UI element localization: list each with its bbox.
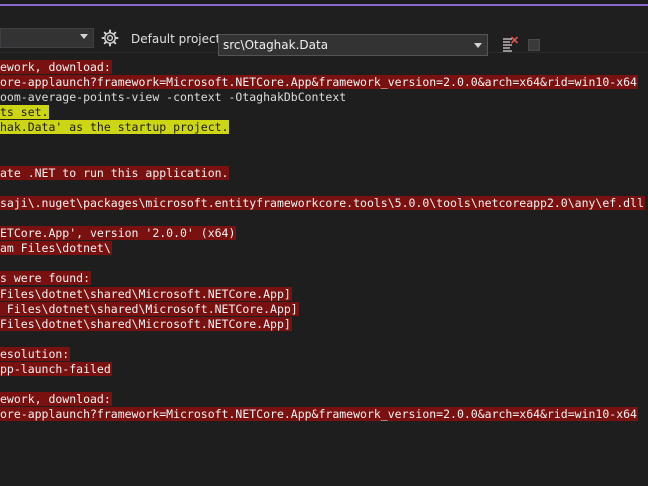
chevron-down-icon — [80, 34, 88, 39]
console-line — [0, 256, 1, 271]
console-line-text — [0, 377, 1, 391]
console-line — [0, 136, 1, 151]
console-line — [0, 151, 1, 166]
console-line — [0, 377, 1, 392]
console-line-text — [0, 181, 1, 195]
console-line: ate .NET to run this application. — [0, 165, 230, 181]
console-line: oom-average-points-view -context -Otagha… — [0, 90, 347, 105]
console-line-text: pp-launch-failed — [0, 362, 112, 376]
console-line: ETCore.App', version '2.0.0' (x64) — [0, 226, 237, 241]
console-line-text: ts set. — [0, 105, 50, 120]
console-line: pp-launch-failed — [0, 362, 112, 377]
console-line-text: oom-average-points-view -context -Otagha… — [0, 90, 347, 105]
console-line: s were found: — [0, 271, 92, 286]
package-source-dropdown[interactable] — [0, 28, 94, 48]
console-line: hak.Data' as the startup project. — [0, 120, 230, 135]
console-line-text: Files\dotnet\shared\Microsoft.NETCore.Ap… — [0, 286, 292, 301]
console-line: Files\dotnet\shared\Microsoft.NETCore.Ap… — [0, 301, 299, 317]
default-project-label: Default project: — [131, 32, 225, 46]
console-line-text — [0, 332, 1, 346]
console-line: ts set. — [0, 105, 50, 120]
console-line: ework, download: — [0, 392, 112, 407]
default-project-value: src\Otaghak.Data — [223, 38, 329, 52]
console-line: ore-applaunch?framework=Microsoft.NETCor… — [0, 407, 638, 422]
console-line — [0, 211, 1, 226]
console-line-text: ework, download: — [0, 60, 112, 74]
stop-icon[interactable] — [528, 39, 540, 51]
console-line-text: Files\dotnet\shared\Microsoft.NETCore.Ap… — [0, 301, 299, 316]
console-line: Files\dotnet\shared\Microsoft.NETCore.Ap… — [0, 286, 292, 302]
console-line: am Files\dotnet\ — [0, 241, 112, 256]
console-line-text: ETCore.App', version '2.0.0' (x64) — [0, 226, 237, 241]
gear-icon[interactable] — [101, 29, 119, 47]
console-line: saji\.nuget\packages\microsoft.entityfra… — [0, 195, 645, 211]
console-line-text — [0, 211, 1, 225]
console-line: ore-applaunch?framework=Microsoft.NETCor… — [0, 75, 638, 90]
console-line-text — [0, 256, 1, 270]
console-line: esolution: — [0, 346, 71, 362]
default-project-dropdown[interactable]: src\Otaghak.Data — [218, 34, 488, 56]
console-line-text: esolution: — [0, 346, 71, 361]
console-line-text: saji\.nuget\packages\microsoft.entityfra… — [0, 195, 645, 210]
console-line-text: ate .NET to run this application. — [0, 165, 230, 180]
console-line — [0, 332, 1, 347]
console-line: Files\dotnet\shared\Microsoft.NETCore.Ap… — [0, 316, 292, 332]
console-line: ework, download: — [0, 60, 112, 75]
console-line-text: ore-applaunch?framework=Microsoft.NETCor… — [0, 75, 638, 90]
console-line-text: ore-applaunch?framework=Microsoft.NETCor… — [0, 407, 638, 422]
chevron-down-icon — [474, 43, 482, 48]
console-line-text: Files\dotnet\shared\Microsoft.NETCore.Ap… — [0, 316, 292, 331]
clear-console-icon[interactable] — [501, 36, 519, 54]
console-line-text — [0, 151, 1, 165]
package-manager-toolbar: Default project: src\Otaghak.Data — [0, 6, 648, 56]
package-manager-console-output[interactable]: ework, download: ore-applaunch?framework=… — [0, 56, 648, 486]
console-line-text — [0, 136, 1, 150]
console-line-text: s were found: — [0, 271, 92, 286]
console-line — [0, 181, 1, 196]
console-line-text: ework, download: — [0, 392, 112, 407]
window-top-accent — [0, 0, 648, 6]
console-line-text: hak.Data' as the startup project. — [0, 120, 230, 135]
console-line-text: am Files\dotnet\ — [0, 241, 112, 256]
